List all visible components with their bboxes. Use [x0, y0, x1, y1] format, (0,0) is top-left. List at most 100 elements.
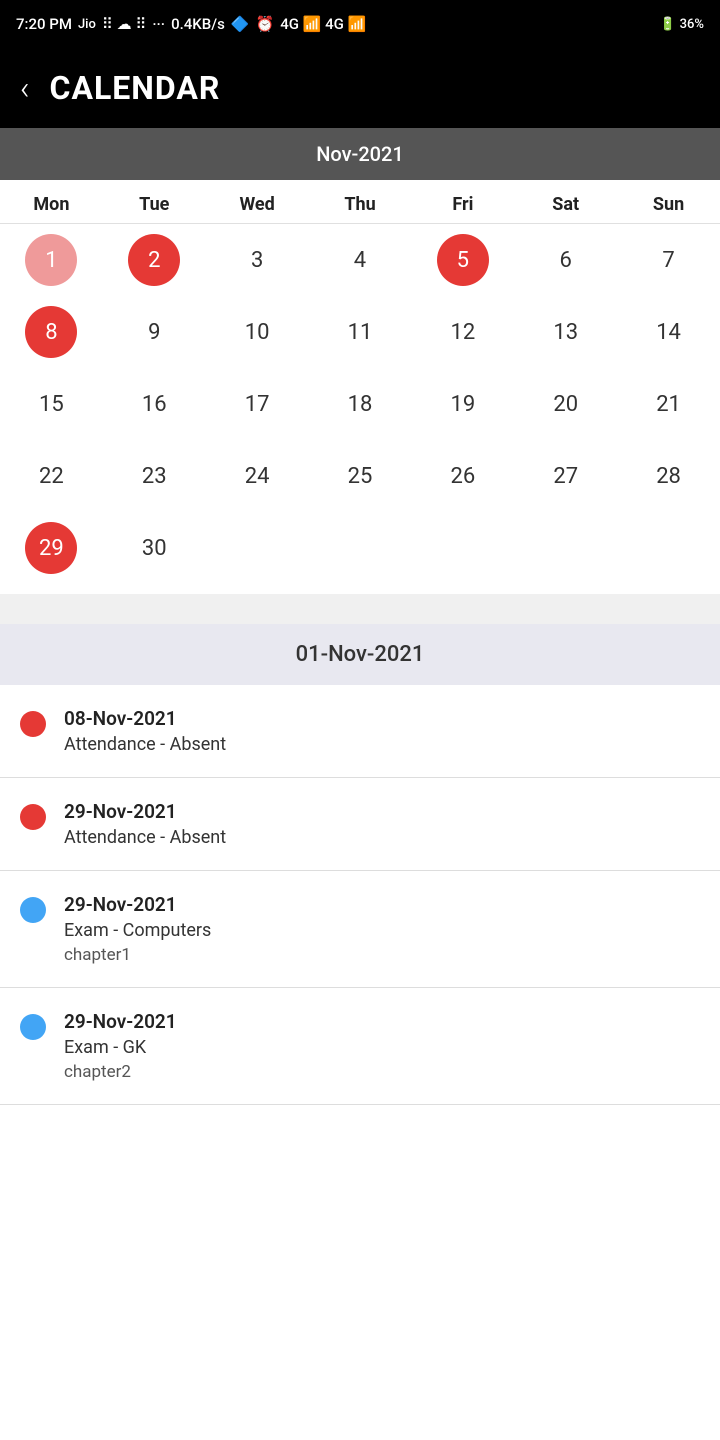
- day-cell[interactable]: 27: [514, 440, 617, 512]
- event-item[interactable]: 29-Nov-2021Exam - GKchapter2: [0, 988, 720, 1105]
- event-item[interactable]: 08-Nov-2021Attendance - Absent: [0, 685, 720, 778]
- day-cell[interactable]: 26: [411, 440, 514, 512]
- event-content: 29-Nov-2021 Attendance - Absent: [64, 800, 226, 848]
- calendar-grid: Mon Tue Wed Thu Fri Sat Sun 123456789101…: [0, 180, 720, 594]
- day-cell[interactable]: 24: [206, 440, 309, 512]
- day-cell[interactable]: [206, 512, 309, 584]
- weekday-tue: Tue: [103, 194, 206, 215]
- battery-icon: 🔋: [659, 17, 675, 32]
- day-cell[interactable]: [617, 512, 720, 584]
- day-cell[interactable]: 1: [0, 224, 103, 296]
- event-item[interactable]: 29-Nov-2021 Attendance - Absent: [0, 778, 720, 871]
- day-cell[interactable]: 13: [514, 296, 617, 368]
- day-cell[interactable]: 4: [309, 224, 412, 296]
- event-date: 29-Nov-2021: [64, 893, 211, 916]
- day-cell[interactable]: 20: [514, 368, 617, 440]
- weekday-fri: Fri: [411, 194, 514, 215]
- day-number: 21: [643, 378, 695, 430]
- day-cell[interactable]: 9: [103, 296, 206, 368]
- day-number: 18: [334, 378, 386, 430]
- day-cell[interactable]: 16: [103, 368, 206, 440]
- event-content: 08-Nov-2021Attendance - Absent: [64, 707, 226, 755]
- day-number: 8: [25, 306, 77, 358]
- day-cell[interactable]: 12: [411, 296, 514, 368]
- day-number: 26: [437, 450, 489, 502]
- app-header: ‹ CALENDAR: [0, 48, 720, 128]
- event-date: 29-Nov-2021: [64, 800, 226, 823]
- day-cell[interactable]: 22: [0, 440, 103, 512]
- event-date: 29-Nov-2021: [64, 1010, 177, 1033]
- day-number: 5: [437, 234, 489, 286]
- day-cell[interactable]: 23: [103, 440, 206, 512]
- event-item[interactable]: 29-Nov-2021 Exam - Computers chapter1: [0, 871, 720, 988]
- day-cell[interactable]: 10: [206, 296, 309, 368]
- day-number: 12: [437, 306, 489, 358]
- day-number: 1: [25, 234, 77, 286]
- day-number: 17: [231, 378, 283, 430]
- day-cell[interactable]: 5: [411, 224, 514, 296]
- day-number: 16: [128, 378, 180, 430]
- day-cell[interactable]: 29: [0, 512, 103, 584]
- day-cell[interactable]: 7: [617, 224, 720, 296]
- page-title: CALENDAR: [50, 69, 221, 107]
- day-cell[interactable]: 15: [0, 368, 103, 440]
- day-cell[interactable]: 14: [617, 296, 720, 368]
- event-subtitle: chapter1: [64, 945, 211, 965]
- signal-icons: ⠿ ☁ ⠿: [102, 15, 146, 33]
- weekday-thu: Thu: [309, 194, 412, 215]
- weekday-wed: Wed: [206, 194, 309, 215]
- day-number: 15: [25, 378, 77, 430]
- day-cell[interactable]: [411, 512, 514, 584]
- event-subtitle: chapter2: [64, 1062, 177, 1082]
- day-number: 23: [128, 450, 180, 502]
- day-cell[interactable]: 21: [617, 368, 720, 440]
- day-cell[interactable]: 11: [309, 296, 412, 368]
- day-number: 11: [334, 306, 386, 358]
- event-title: Attendance - Absent: [64, 827, 226, 848]
- day-number: 25: [334, 450, 386, 502]
- event-content: 29-Nov-2021Exam - GKchapter2: [64, 1010, 177, 1082]
- day-cell[interactable]: 30: [103, 512, 206, 584]
- day-cell[interactable]: 3: [206, 224, 309, 296]
- day-cell[interactable]: [514, 512, 617, 584]
- status-right: 🔋 36%: [659, 17, 704, 32]
- day-cell[interactable]: 28: [617, 440, 720, 512]
- day-number: 27: [540, 450, 592, 502]
- day-cell[interactable]: 17: [206, 368, 309, 440]
- status-bar: 7:20 PM Jio ⠿ ☁ ⠿ ··· 0.4KB/s 🔷 ⏰ 4G 📶 4…: [0, 0, 720, 48]
- day-number: 6: [540, 234, 592, 286]
- speed-indicator: 0.4KB/s: [171, 15, 225, 33]
- day-cell[interactable]: 18: [309, 368, 412, 440]
- weekday-sat: Sat: [514, 194, 617, 215]
- event-content: 29-Nov-2021 Exam - Computers chapter1: [64, 893, 211, 965]
- status-time: 7:20 PM: [16, 15, 72, 33]
- day-number: 3: [231, 234, 283, 286]
- days-grid: 1234567891011121314151617181920212223242…: [0, 224, 720, 584]
- day-cell[interactable]: 6: [514, 224, 617, 296]
- alarm-icon: ⏰: [256, 15, 275, 33]
- event-title: Exam - Computers: [64, 920, 211, 941]
- event-dot-icon: [20, 711, 46, 737]
- battery-level: 36%: [680, 17, 704, 32]
- month-header[interactable]: Nov-2021: [0, 128, 720, 180]
- day-cell[interactable]: 19: [411, 368, 514, 440]
- dots-icon: ···: [152, 15, 165, 33]
- day-number: 10: [231, 306, 283, 358]
- events-header-date[interactable]: 01-Nov-2021: [0, 624, 720, 685]
- day-cell[interactable]: [309, 512, 412, 584]
- event-dot-icon: [20, 897, 46, 923]
- back-button[interactable]: ‹: [20, 69, 30, 107]
- weekday-mon: Mon: [0, 194, 103, 215]
- day-number: 24: [231, 450, 283, 502]
- day-number: 13: [540, 306, 592, 358]
- day-number: 2: [128, 234, 180, 286]
- day-cell[interactable]: 25: [309, 440, 412, 512]
- bluetooth-icon: 🔷: [231, 15, 250, 33]
- section-divider: [0, 594, 720, 624]
- event-dot-icon: [20, 1014, 46, 1040]
- day-cell[interactable]: 8: [0, 296, 103, 368]
- day-number: 4: [334, 234, 386, 286]
- day-number: 22: [25, 450, 77, 502]
- day-cell[interactable]: 2: [103, 224, 206, 296]
- network-icons: 4G 📶 4G 📶: [280, 15, 366, 33]
